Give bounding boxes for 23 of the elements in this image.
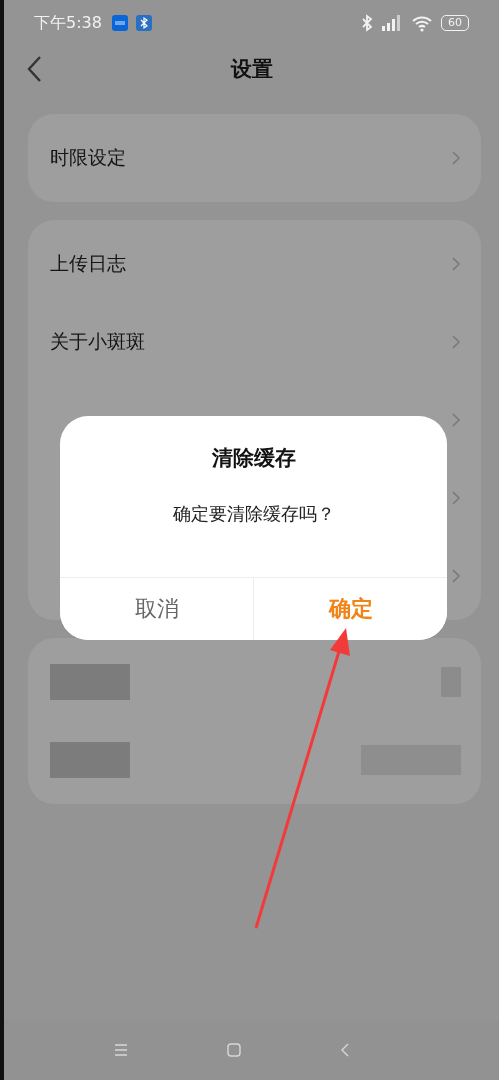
home-icon[interactable] (226, 1043, 241, 1057)
dialog-message: 确定要清除缓存吗？ (171, 502, 336, 526)
status-time: 下午5:38 (34, 12, 102, 34)
chevron-right-icon (451, 334, 461, 350)
settings-item[interactable]: 关于小斑斑 (50, 329, 145, 355)
signal-icon (381, 14, 403, 32)
bluetooth-app-icon (135, 15, 152, 31)
chevron-right-icon (451, 150, 461, 166)
chevron-right-icon (451, 490, 461, 506)
wifi-icon (411, 14, 433, 32)
app-notification-icon (111, 15, 128, 31)
chevron-right-icon (451, 256, 461, 272)
menu-icon[interactable] (113, 1044, 128, 1056)
chevron-right-icon (451, 412, 461, 428)
back-nav-icon[interactable] (339, 1042, 350, 1058)
bluetooth-icon (361, 14, 373, 32)
back-icon[interactable] (26, 55, 42, 83)
settings-item[interactable]: 上传日志 (50, 251, 126, 277)
chevron-right-icon (451, 568, 461, 584)
dialog-title: 清除缓存 (210, 445, 297, 472)
settings-item[interactable]: 时限设定 (50, 145, 126, 171)
battery-indicator: 60 (441, 15, 469, 31)
page-title: 设置 (230, 56, 273, 83)
